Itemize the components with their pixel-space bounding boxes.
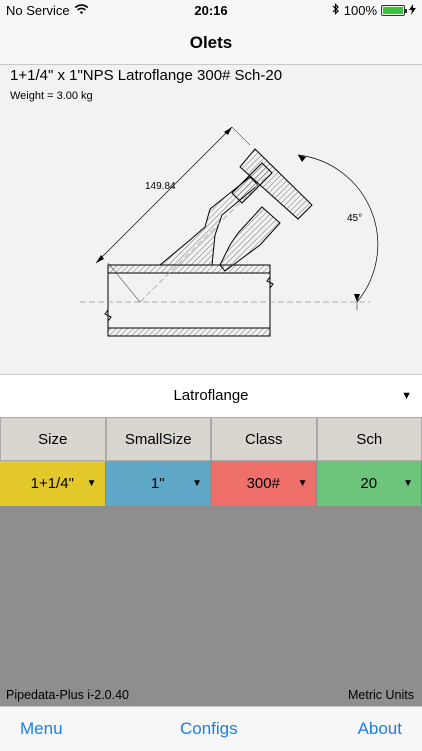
sch-value: 20: [360, 475, 377, 492]
dropdown-caret-icon: ▼: [401, 375, 412, 417]
units-label: Metric Units: [348, 688, 414, 702]
charging-icon: [409, 3, 416, 18]
fitting-weight: Weight = 3.00 kg: [10, 90, 93, 102]
header-sch: Sch: [317, 417, 422, 461]
header-size: Size: [0, 417, 106, 461]
size-value: 1+1/4": [31, 475, 74, 492]
tab-menu[interactable]: Menu: [20, 719, 63, 739]
tab-about[interactable]: About: [358, 719, 402, 739]
battery-percent: 100%: [344, 3, 377, 18]
dropdown-caret-icon: ▼: [87, 478, 97, 489]
fitting-info: 1+1/4" x 1"NPS Latroflange 300# Sch-20 W…: [0, 65, 422, 374]
fitting-drawing: 149.84 45°: [0, 105, 422, 370]
header-smallsize: SmallSize: [106, 417, 212, 461]
smallsize-select[interactable]: 1" ▼: [106, 461, 212, 506]
parameter-grid: Size SmallSize Class Sch 1+1/4" ▼ 1" ▼ 3…: [0, 417, 422, 506]
class-value: 300#: [247, 475, 280, 492]
dimension-label: 149.84: [145, 181, 176, 192]
sch-select[interactable]: 20 ▼: [317, 461, 422, 506]
latroflange-body: [140, 149, 312, 302]
battery-icon: [381, 5, 405, 16]
tab-bar: Menu Configs About: [0, 706, 422, 751]
fitting-type-value: Latroflange: [173, 387, 248, 404]
class-select[interactable]: 300# ▼: [211, 461, 317, 506]
size-select[interactable]: 1+1/4" ▼: [0, 461, 106, 506]
status-bar: No Service 20:16 100%: [0, 0, 422, 22]
angle-arc: 45°: [298, 155, 378, 310]
smallsize-value: 1": [151, 475, 165, 492]
footer: Pipedata-Plus i-2.0.40 Metric Units: [0, 684, 422, 706]
dropdown-caret-icon: ▼: [192, 478, 202, 489]
tab-configs[interactable]: Configs: [180, 719, 238, 739]
header-class: Class: [211, 417, 317, 461]
dimension-line: 149.84: [96, 127, 250, 302]
run-pipe: [80, 265, 370, 336]
fitting-type-select[interactable]: Latroflange ▼: [0, 374, 422, 418]
dropdown-caret-icon: ▼: [298, 478, 308, 489]
fitting-title: 1+1/4" x 1"NPS Latroflange 300# Sch-20: [10, 67, 282, 84]
empty-area: [0, 506, 422, 706]
angle-label: 45°: [347, 213, 362, 224]
nav-title: Olets: [0, 22, 422, 65]
dropdown-caret-icon: ▼: [403, 478, 413, 489]
version-label: Pipedata-Plus i-2.0.40: [6, 688, 129, 702]
status-right: 100%: [332, 3, 416, 18]
bluetooth-icon: [332, 3, 340, 18]
